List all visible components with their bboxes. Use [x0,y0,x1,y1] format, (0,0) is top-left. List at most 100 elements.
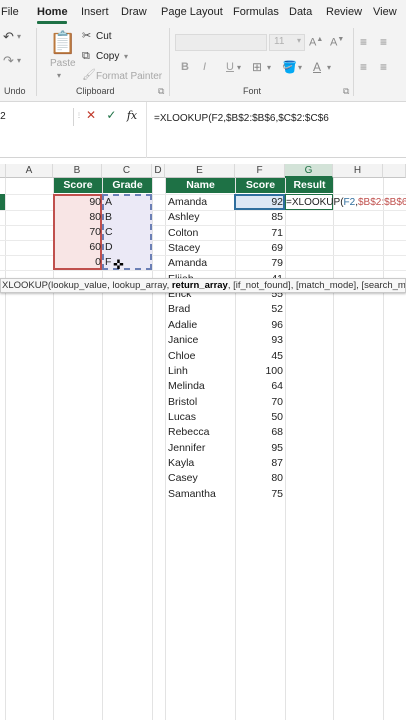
formula-input[interactable]: =XLOOKUP(F2,$B$2:$B$6,$C$2:$C$6 [154,113,329,124]
student-name-cell[interactable]: Kayla [168,456,194,471]
fill-color-icon[interactable]: 🪣 [282,61,297,73]
grade-letter-cell[interactable]: C [105,225,113,240]
redo-dropdown-icon[interactable]: ▾ [17,57,21,65]
student-name-cell[interactable]: Samantha [168,487,216,502]
column-header-e[interactable]: E [165,164,235,178]
undo-icon[interactable]: ↶ [3,30,14,43]
student-score-cell[interactable]: 100 [235,364,283,379]
student-name-cell[interactable]: Jennifer [168,441,205,456]
align-center-icon[interactable]: ≡ [380,61,387,73]
paste-dropdown-icon[interactable]: ▾ [57,72,61,80]
align-left-icon[interactable]: ≡ [360,61,367,73]
student-score-cell[interactable]: 52 [235,302,283,317]
grade-letter-cell[interactable]: A [105,195,112,210]
column-header-d[interactable]: D [152,164,165,178]
tab-data[interactable]: Data [289,6,312,18]
font-color-icon[interactable]: A [313,61,321,73]
student-name-cell[interactable]: Casey [168,471,198,486]
student-score-cell[interactable]: 93 [235,333,283,348]
copy-icon[interactable]: ⧉ [82,51,90,62]
font-size-input[interactable]: 11 ▾ [269,34,305,51]
column-header-a[interactable]: A [6,164,53,178]
function-tooltip[interactable]: XLOOKUP(lookup_value, lookup_array, retu… [0,278,406,293]
paste-button[interactable]: Paste [50,58,76,69]
copy-button[interactable]: Copy [96,51,119,62]
student-name-cell[interactable]: Chloe [168,349,195,364]
redo-icon[interactable]: ↷ [3,54,14,67]
student-name-cell[interactable]: Amanda [168,256,207,271]
cancel-icon[interactable]: ✕ [86,108,96,122]
student-score-cell[interactable]: 69 [235,241,283,256]
font-launcher-icon[interactable]: ⧉ [343,87,349,96]
scissors-icon[interactable]: ✂ [82,31,91,42]
student-name-cell[interactable]: Adalie [168,318,197,333]
student-score-cell[interactable]: 45 [235,349,283,364]
column-header-i[interactable] [383,164,406,178]
grade-letter-cell[interactable]: F [105,255,111,270]
name-box[interactable]: F2 [0,108,74,126]
tooltip-function-args[interactable]: XLOOKUP(lookup_value, lookup_array, [2,280,172,291]
copy-dropdown-icon[interactable]: ▾ [124,53,128,61]
student-name-cell[interactable]: Brad [168,302,190,317]
student-name-cell[interactable]: Bristol [168,395,197,410]
decrease-font-icon[interactable]: A▼ [330,36,344,49]
student-name-cell[interactable]: Lucas [168,410,196,425]
middle-align-icon[interactable]: ≡ [380,36,387,48]
column-header-c[interactable]: C [102,164,152,178]
tooltip-current-arg[interactable]: return_array [172,280,228,291]
column-header-b[interactable]: B [53,164,102,178]
tab-file[interactable]: File [1,6,19,18]
undo-dropdown-icon[interactable]: ▾ [17,33,21,41]
clipboard-launcher-icon[interactable]: ⧉ [158,87,164,96]
student-name-cell[interactable]: Amanda [168,195,207,210]
tab-home[interactable]: Home [37,6,68,18]
tab-view[interactable]: View [373,6,397,18]
font-name-input[interactable] [175,34,267,51]
student-score-cell[interactable]: 70 [235,395,283,410]
format-painter-button[interactable]: Format Painter [96,71,162,82]
column-header-g[interactable]: G [285,164,333,178]
tab-formulas[interactable]: Formulas [233,6,279,18]
grade-score-cell[interactable]: 0 [53,255,101,270]
student-name-cell[interactable]: Linh [168,364,188,379]
student-score-cell[interactable]: 95 [235,441,283,456]
grade-score-cell[interactable]: 90 [53,195,101,210]
column-header-f[interactable]: F [235,164,285,178]
underline-dropdown-icon[interactable]: ▾ [237,64,241,72]
student-score-cell[interactable]: 68 [235,425,283,440]
borders-dropdown-icon[interactable]: ▾ [267,64,271,72]
insert-function-icon[interactable]: fx [127,109,137,122]
tab-insert[interactable]: Insert [81,6,109,18]
student-score-cell[interactable]: 96 [235,318,283,333]
font-color-dropdown-icon[interactable]: ▾ [327,64,331,72]
worksheet-grid[interactable]: Score Grade 90 80 70 60 0 A B C D F ✜ Na… [0,178,406,720]
borders-icon[interactable]: ⊞ [252,61,262,73]
student-name-cell[interactable]: Stacey [168,241,200,256]
header-score[interactable]: Score [54,178,102,193]
grade-letter-cell[interactable]: D [105,240,113,255]
student-name-cell[interactable]: Rebecca [168,425,209,440]
column-header-h[interactable]: H [333,164,383,178]
tab-page-layout[interactable]: Page Layout [161,6,223,18]
student-score-cell[interactable]: 85 [235,210,283,225]
student-score-cell[interactable]: 75 [235,487,283,502]
student-name-cell[interactable]: Ashley [168,210,200,225]
student-name-cell[interactable]: Colton [168,226,198,241]
grade-letter-cell[interactable]: B [105,210,112,225]
grade-score-cell[interactable]: 70 [53,225,101,240]
font-size-dropdown-icon[interactable]: ▾ [297,36,301,45]
student-name-cell[interactable]: Janice [168,333,198,348]
cut-button[interactable]: Cut [96,31,112,42]
tab-draw[interactable]: Draw [121,6,147,18]
bold-button[interactable]: B [181,61,189,73]
fill-color-dropdown-icon[interactable]: ▾ [298,64,302,72]
tooltip-optional-args[interactable]: , [if_not_found], [match_mode], [search_… [228,280,405,291]
student-score-cell[interactable]: 87 [235,456,283,471]
grade-score-cell[interactable]: 80 [53,210,101,225]
top-align-icon[interactable]: ≡ [360,36,367,48]
header-grade[interactable]: Grade [103,178,152,193]
tab-review[interactable]: Review [326,6,362,18]
increase-font-icon[interactable]: A▲ [309,36,323,49]
paste-icon[interactable]: 📋 [49,32,76,54]
student-score-cell[interactable]: 71 [235,226,283,241]
